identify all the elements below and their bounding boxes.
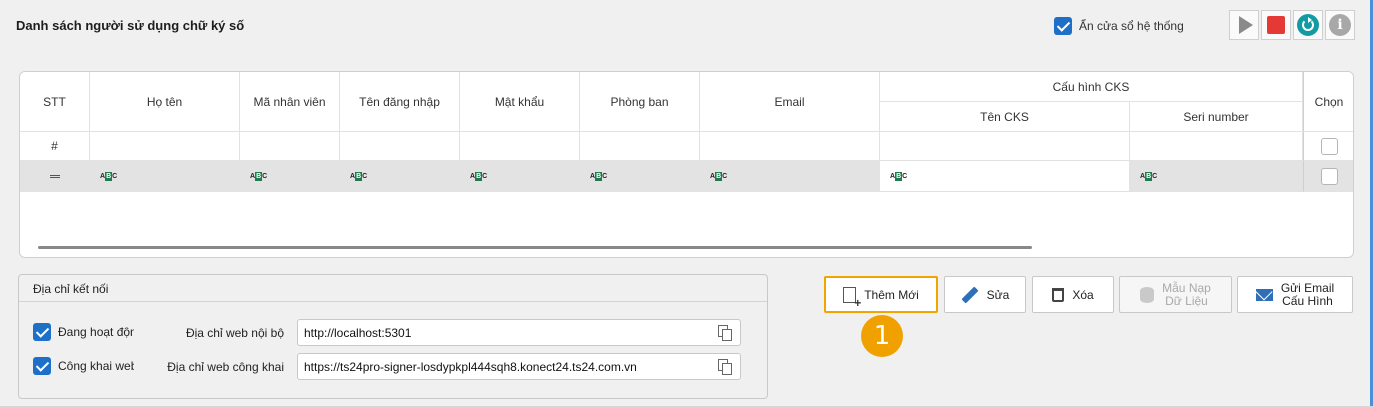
delete-button[interactable]: Xóa [1032, 276, 1114, 313]
new-row-ma-nhan-vien-cell[interactable]: ABC [240, 161, 340, 192]
column-group-cau-hinh-cks: Cấu hình CKS [880, 72, 1303, 102]
new-row-seri-number-cell[interactable]: ABC [1130, 161, 1303, 192]
text-field-icon: ABC [1140, 171, 1158, 181]
new-row-email-cell[interactable]: ABC [700, 161, 880, 192]
active-checkbox[interactable] [33, 323, 51, 341]
text-field-icon: ABC [590, 171, 608, 181]
filter-cell[interactable] [460, 132, 580, 161]
new-row-ten-dang-nhap-cell[interactable]: ABC [340, 161, 460, 192]
send-email-label-line1: Gửi Email [1280, 280, 1335, 295]
column-header-seri-number[interactable]: Seri number [1130, 102, 1303, 132]
edit-button[interactable]: Sửa [944, 276, 1026, 313]
column-header-ten-cks[interactable]: Tên CKS [880, 102, 1130, 132]
load-template-label-line1: Mẫu Nạp [1162, 280, 1211, 295]
add-document-icon [843, 286, 861, 308]
new-row-handle[interactable] [20, 161, 90, 192]
connection-panel: Địa chỉ kết nối Đang hoạt động Địa chỉ w… [18, 274, 768, 399]
hide-system-window-label: Ẩn cửa sổ hệ thống [1079, 19, 1184, 33]
column-header-ho-ten[interactable]: Họ tên [90, 72, 240, 132]
delete-label: Xóa [1072, 287, 1094, 302]
local-web-label: Địa chỉ web nội bộ [185, 326, 284, 340]
filter-cell[interactable] [880, 132, 1130, 161]
filter-cell[interactable] [340, 132, 460, 161]
new-row-ten-cks-cell[interactable]: ABC [880, 161, 1130, 192]
add-new-label: Thêm Mới [864, 287, 919, 302]
text-field-icon: ABC [350, 171, 368, 181]
local-web-field[interactable]: http://localhost:5301 [297, 319, 741, 346]
copy-icon[interactable] [718, 325, 732, 341]
public-toggle[interactable]: Công khai web [33, 357, 134, 375]
public-web-field[interactable]: https://ts24pro-signer-losdypkpl444sqh8.… [297, 353, 741, 380]
refresh-button[interactable] [1293, 10, 1323, 40]
column-header-stt[interactable]: STT [20, 72, 90, 132]
filter-cell[interactable] [90, 132, 240, 161]
edit-label: Sửa [986, 287, 1010, 302]
filter-cell[interactable] [700, 132, 880, 161]
public-web-value: https://ts24pro-signer-losdypkpl444sqh8.… [304, 359, 637, 374]
filter-cell[interactable] [1130, 132, 1303, 161]
column-header-mat-khau[interactable]: Mật khẩu [460, 72, 580, 132]
filter-chon-checkbox[interactable] [1320, 137, 1338, 155]
column-header-ten-dang-nhap[interactable]: Tên đăng nhập [340, 72, 460, 132]
hide-system-window-toggle[interactable]: Ẩn cửa sổ hệ thống [1054, 17, 1184, 35]
drag-handle-icon [49, 174, 60, 178]
new-row-chon-checkbox[interactable] [1320, 167, 1338, 185]
new-row-chon-cell [1303, 161, 1353, 192]
trash-icon [1052, 287, 1065, 302]
add-new-button[interactable]: Thêm Mới [824, 276, 938, 313]
new-row-ho-ten-cell[interactable]: ABC [90, 161, 240, 192]
column-header-phong-ban[interactable]: Phòng ban [580, 72, 700, 132]
send-config-email-button[interactable]: Gửi Email Cấu Hình [1237, 276, 1353, 313]
info-button[interactable]: i [1325, 10, 1355, 40]
text-field-icon: ABC [890, 171, 908, 181]
mail-icon [1255, 288, 1273, 301]
user-signature-grid: STT Họ tên Mã nhân viên Tên đăng nhập Mậ… [19, 71, 1354, 258]
public-checkbox[interactable] [33, 357, 51, 375]
refresh-icon [1297, 14, 1319, 36]
active-toggle[interactable]: Đang hoạt động [33, 323, 134, 341]
play-button[interactable] [1229, 10, 1259, 40]
send-email-label-line2: Cấu Hình [1282, 293, 1333, 308]
text-field-icon: ABC [710, 171, 728, 181]
column-header-ma-nhan-vien[interactable]: Mã nhân viên [240, 72, 340, 132]
public-label: Công khai web [58, 359, 134, 373]
filter-cell[interactable] [240, 132, 340, 161]
database-add-icon [1140, 286, 1155, 303]
text-field-icon: ABC [100, 171, 118, 181]
pencil-icon [961, 286, 979, 303]
filter-cell-chon [1303, 132, 1353, 161]
connection-panel-title: Địa chỉ kết nối [19, 275, 767, 302]
hide-system-window-checkbox[interactable] [1054, 17, 1072, 35]
stop-button[interactable] [1261, 10, 1291, 40]
copy-icon[interactable] [718, 359, 732, 375]
filter-row-symbol: # [20, 132, 90, 161]
new-row-mat-khau-cell[interactable]: ABC [460, 161, 580, 192]
filter-cell[interactable] [580, 132, 700, 161]
play-icon [1238, 16, 1253, 34]
text-field-icon: ABC [470, 171, 488, 181]
info-icon: i [1329, 14, 1351, 36]
local-web-value: http://localhost:5301 [304, 325, 412, 340]
column-header-chon[interactable]: Chọn [1303, 72, 1353, 132]
new-row-phong-ban-cell[interactable]: ABC [580, 161, 700, 192]
page-title: Danh sách người sử dụng chữ ký số [16, 18, 245, 33]
load-template-label-line2: Dữ Liệu [1165, 293, 1208, 308]
active-label: Đang hoạt động [58, 325, 134, 339]
step-badge: 1 [861, 315, 903, 357]
text-field-icon: ABC [250, 171, 268, 181]
column-header-email[interactable]: Email [700, 72, 880, 132]
public-web-label: Địa chỉ web công khai [167, 360, 284, 374]
horizontal-scrollbar[interactable] [38, 246, 1032, 249]
load-template-button[interactable]: Mẫu Nạp Dữ Liệu [1119, 276, 1232, 313]
top-toolbar: i [1229, 10, 1355, 40]
stop-icon [1267, 16, 1285, 34]
